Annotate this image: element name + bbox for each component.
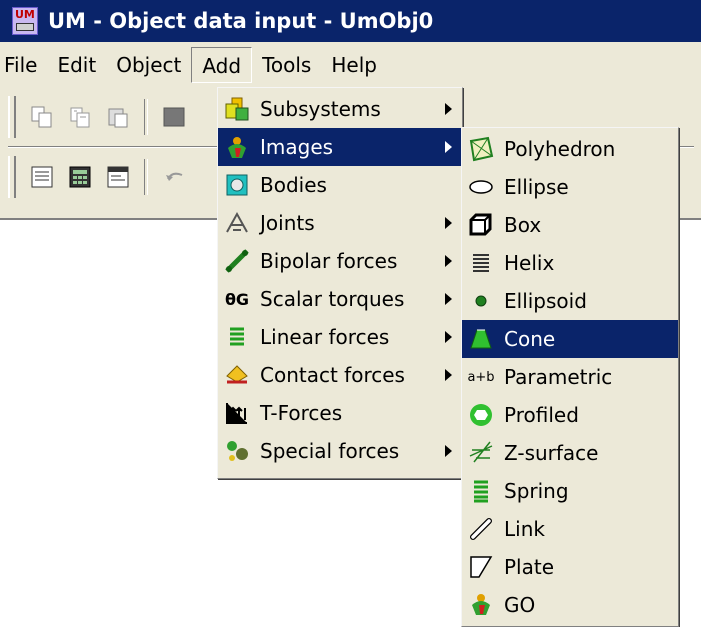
text-document-icon[interactable] [30, 165, 54, 189]
submenu-arrow-icon [445, 141, 452, 153]
plate-icon [466, 552, 496, 582]
add-menu: Subsystems Images Bodies Joints Bipolar … [217, 87, 463, 479]
menu-item-plate[interactable]: Plate [462, 548, 678, 586]
window-title: UM - Object data input - UmObj0 [48, 9, 434, 33]
polyhedron-icon [466, 134, 496, 164]
helix-icon [466, 248, 496, 278]
copy-special-icon[interactable] [68, 105, 92, 129]
menu-item-profiled[interactable]: Profiled [462, 396, 678, 434]
toolbar-separator [144, 99, 148, 135]
parametric-icon: a+b [467, 369, 495, 385]
menu-item-z-surface[interactable]: Z-surface [462, 434, 678, 472]
menu-item-t-forces[interactable]: T-Forces [218, 394, 462, 432]
app-icon: UM [12, 7, 38, 35]
z-surface-icon [466, 438, 496, 468]
joints-icon [222, 208, 252, 238]
menu-item-ellipse[interactable]: Ellipse [462, 168, 678, 206]
scalar-torques-icon: θG [224, 289, 250, 309]
submenu-arrow-icon [445, 445, 452, 457]
toolbar-grip[interactable] [8, 96, 16, 138]
calculator-icon[interactable] [68, 165, 92, 189]
subsystems-icon [222, 94, 252, 124]
toolbar-row-2 [8, 150, 200, 204]
bodies-icon [222, 170, 252, 200]
menu-item-box[interactable]: Box [462, 206, 678, 244]
cone-icon [466, 324, 496, 354]
title-bar: UM UM - Object data input - UmObj0 [0, 0, 701, 42]
menu-item-polyhedron[interactable]: Polyhedron [462, 130, 678, 168]
menu-item-subsystems[interactable]: Subsystems [218, 90, 462, 128]
menu-item-special-forces[interactable]: Special forces [218, 432, 462, 470]
paste-icon[interactable] [106, 105, 130, 129]
t-forces-icon [222, 398, 252, 428]
menu-item-ellipsoid[interactable]: Ellipsoid [462, 282, 678, 320]
submenu-arrow-icon [445, 331, 452, 343]
menu-tools[interactable]: Tools [252, 47, 321, 83]
menu-edit[interactable]: Edit [47, 47, 106, 83]
menu-item-contact-forces[interactable]: Contact forces [218, 356, 462, 394]
submenu-arrow-icon [445, 369, 452, 381]
menu-item-bipolar-forces[interactable]: Bipolar forces [218, 242, 462, 280]
spring-icon [466, 476, 496, 506]
ellipse-icon [466, 172, 496, 202]
go-icon [466, 590, 496, 620]
save-partial-icon[interactable] [162, 105, 186, 129]
submenu-arrow-icon [445, 217, 452, 229]
menu-item-cone[interactable]: Cone [462, 320, 678, 358]
menu-item-joints[interactable]: Joints [218, 204, 462, 242]
menu-file[interactable]: File [0, 47, 47, 83]
undo-icon[interactable] [162, 165, 186, 189]
box-icon [466, 210, 496, 240]
contact-forces-icon [222, 360, 252, 390]
submenu-arrow-icon [445, 293, 452, 305]
copy-icon[interactable] [30, 105, 54, 129]
menu-item-link[interactable]: Link [462, 510, 678, 548]
menu-item-helix[interactable]: Helix [462, 244, 678, 282]
special-forces-icon [222, 436, 252, 466]
menu-object[interactable]: Object [106, 47, 191, 83]
menu-help[interactable]: Help [321, 47, 387, 83]
link-icon [466, 514, 496, 544]
menu-item-scalar-torques[interactable]: θG Scalar torques [218, 280, 462, 318]
ellipsoid-icon [466, 286, 496, 316]
menu-item-spring[interactable]: Spring [462, 472, 678, 510]
menu-item-parametric[interactable]: a+b Parametric [462, 358, 678, 396]
menu-add[interactable]: Add [191, 47, 253, 83]
profiled-icon [466, 400, 496, 430]
linear-forces-icon [222, 322, 252, 352]
submenu-arrow-icon [445, 103, 452, 115]
bipolar-forces-icon [222, 246, 252, 276]
menu-item-images[interactable]: Images [218, 128, 462, 166]
toolbar-separator-2 [144, 159, 148, 195]
menu-item-go[interactable]: GO [462, 586, 678, 624]
menu-item-bodies[interactable]: Bodies [218, 166, 462, 204]
images-submenu: Polyhedron Ellipse Box Helix Ellipsoid C… [461, 127, 679, 627]
images-icon [222, 132, 252, 162]
toolbar-grip-2[interactable] [8, 156, 16, 198]
toolbar-row-1 [8, 90, 200, 144]
submenu-arrow-icon [445, 255, 452, 267]
menu-item-linear-forces[interactable]: Linear forces [218, 318, 462, 356]
form-icon[interactable] [106, 165, 130, 189]
menu-bar: File Edit Object Add Tools Help [0, 42, 701, 88]
